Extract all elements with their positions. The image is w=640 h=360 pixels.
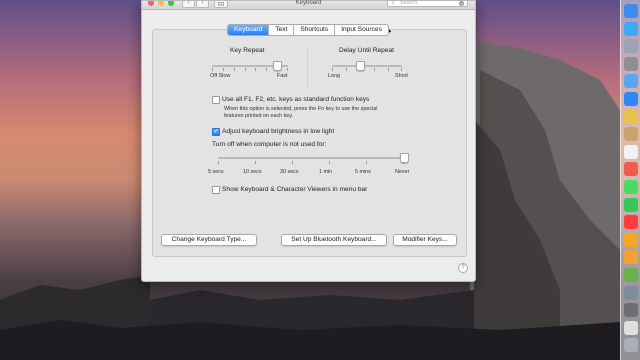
- mail-icon[interactable]: [624, 74, 638, 89]
- calendar-icon[interactable]: [624, 144, 638, 159]
- delay-slider-knob[interactable]: [356, 61, 365, 71]
- bluetooth-keyboard-button[interactable]: Set Up Bluetooth Keyboard...: [281, 234, 387, 246]
- turn-off-tick-label: 1 min: [319, 169, 333, 175]
- slider-divider: [307, 48, 308, 86]
- dock: [620, 0, 640, 360]
- music-icon[interactable]: [624, 215, 638, 230]
- trash-icon[interactable]: [624, 338, 638, 353]
- search-placeholder: Search: [400, 0, 418, 6]
- adjust-brightness-label[interactable]: Adjust keyboard brightness in low light: [222, 128, 334, 135]
- reminders-icon[interactable]: [624, 162, 638, 177]
- adjust-brightness-checkbox[interactable]: ✓: [212, 128, 220, 136]
- help-button[interactable]: ?: [458, 263, 468, 273]
- app-store-icon[interactable]: [624, 21, 638, 36]
- fn-keys-note-line2: features printed on each key.: [224, 113, 294, 119]
- tab-keyboard[interactable]: Keyboard: [228, 25, 269, 35]
- ibooks-icon[interactable]: [624, 250, 638, 265]
- photos-icon[interactable]: [624, 232, 638, 247]
- turn-off-tick-label: 10 secs: [243, 169, 262, 175]
- turn-off-tick-label: Never: [395, 169, 410, 175]
- textedit-icon[interactable]: [624, 320, 638, 335]
- preview-icon[interactable]: [624, 285, 638, 300]
- tab-input-sources[interactable]: Input Sources: [334, 25, 388, 35]
- delay-ticks: [332, 68, 402, 71]
- turn-off-tick-label: 5 secs: [208, 169, 224, 175]
- system-preferences-icon[interactable]: [624, 56, 638, 71]
- messages-icon[interactable]: [624, 180, 638, 194]
- turn-off-tick-label: 5 mins: [355, 169, 371, 175]
- title-bar[interactable]: ‹ › Keyboard ⌕ Search ×: [142, 0, 475, 10]
- modifier-keys-button[interactable]: Modifier Keys...: [393, 234, 457, 246]
- fn-keys-label[interactable]: Use all F1, F2, etc. keys as standard fu…: [222, 96, 369, 103]
- finder-icon[interactable]: [624, 4, 638, 18]
- notes-icon[interactable]: [624, 109, 638, 124]
- turn-off-ticks: [218, 161, 404, 164]
- clear-search-icon[interactable]: ×: [459, 1, 464, 6]
- keyboard-preferences-window: ‹ › Keyboard ⌕ Search × Keyboard Text Sh…: [141, 0, 476, 282]
- show-viewers-checkbox[interactable]: [212, 186, 220, 194]
- tab-bar: Keyboard Text Shortcuts Input Sources: [227, 24, 389, 36]
- contacts-icon[interactable]: [624, 127, 638, 142]
- time-machine-icon[interactable]: [624, 303, 638, 318]
- delay-min-label: Long: [328, 73, 340, 79]
- fn-keys-note-line1: When this option is selected, press the …: [224, 106, 378, 112]
- turn-off-label: Turn off when computer is not used for:: [212, 141, 327, 148]
- turn-off-slider-track[interactable]: [218, 157, 404, 159]
- fn-keys-checkbox[interactable]: [212, 96, 220, 104]
- key-repeat-min-label: Off Slow: [210, 73, 231, 79]
- search-field[interactable]: ⌕ Search ×: [387, 0, 468, 7]
- tab-shortcuts[interactable]: Shortcuts: [293, 25, 334, 35]
- facetime-icon[interactable]: [624, 197, 638, 212]
- turn-off-slider-knob[interactable]: [400, 153, 409, 163]
- delay-max-label: Short: [395, 73, 408, 79]
- launchpad-icon[interactable]: [624, 39, 638, 54]
- key-repeat-max-label: Fast: [277, 73, 288, 79]
- delay-slider-track[interactable]: [332, 65, 402, 67]
- maps-icon[interactable]: [624, 268, 638, 282]
- search-icon: ⌕: [392, 0, 395, 6]
- tab-text[interactable]: Text: [268, 25, 293, 35]
- delay-until-repeat-title: Delay Until Repeat: [339, 47, 394, 54]
- key-repeat-slider-knob[interactable]: [272, 61, 282, 71]
- change-keyboard-type-button[interactable]: Change Keyboard Type...: [161, 234, 257, 246]
- turn-off-tick-label: 30 secs: [280, 169, 299, 175]
- key-repeat-title: Key Repeat: [230, 47, 265, 54]
- safari-icon[interactable]: [624, 92, 638, 106]
- show-viewers-label[interactable]: Show Keyboard & Character Viewers in men…: [222, 186, 367, 193]
